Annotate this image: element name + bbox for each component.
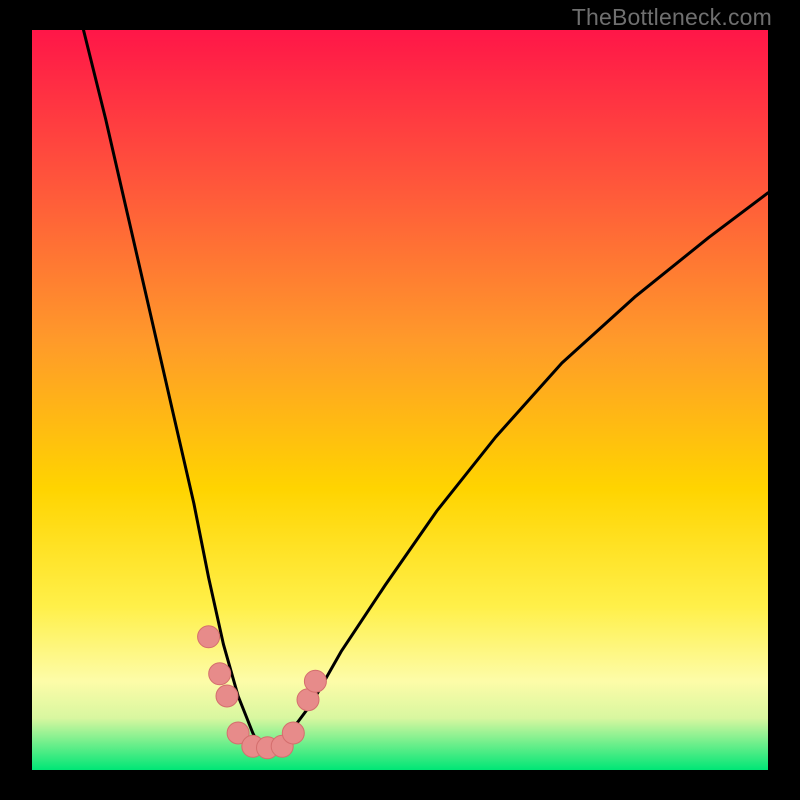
curve-markers <box>198 626 327 759</box>
plot-area <box>32 30 768 770</box>
bottleneck-curve-svg <box>32 30 768 770</box>
curve-marker <box>209 663 231 685</box>
curve-marker <box>198 626 220 648</box>
curve-marker <box>216 685 238 707</box>
bottleneck-curve-path <box>84 30 769 748</box>
outer-frame: TheBottleneck.com <box>0 0 800 800</box>
curve-marker <box>304 670 326 692</box>
watermark-text: TheBottleneck.com <box>572 4 772 31</box>
curve-marker <box>282 722 304 744</box>
